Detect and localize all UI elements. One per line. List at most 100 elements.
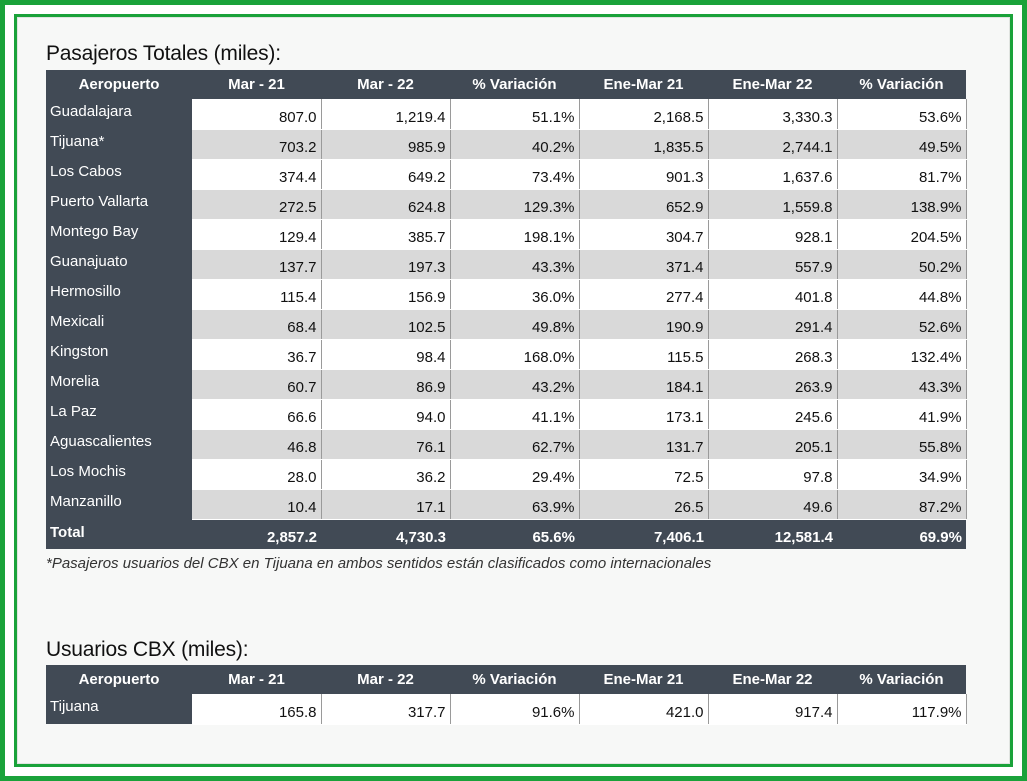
- value-cell: 49.6: [708, 489, 838, 520]
- column-header: % Variación: [450, 70, 579, 99]
- airport-name-cell: Manzanillo: [46, 489, 192, 519]
- value-cell: 421.0: [579, 694, 709, 725]
- value-cell: 652.9: [579, 189, 709, 220]
- column-header: Aeropuerto: [46, 70, 192, 99]
- value-cell: 132.4%: [837, 339, 967, 370]
- value-cell: 2,744.1: [708, 129, 838, 160]
- value-cell: 87.2%: [837, 489, 967, 520]
- value-cell: 29.4%: [450, 459, 580, 490]
- value-cell: 1,219.4: [321, 99, 451, 130]
- table-row: Manzanillo 10.4 17.1 63.9% 26.5 49.6 87.2%: [46, 489, 967, 520]
- value-cell: 36.0%: [450, 279, 580, 310]
- table-row: La Paz 66.6 94.0 41.1% 173.1 245.6 41.9%: [46, 399, 967, 430]
- value-cell: 62.7%: [450, 429, 580, 460]
- column-header: Mar - 22: [321, 665, 450, 694]
- value-cell: 137.7: [192, 249, 322, 280]
- value-cell: 917.4: [708, 694, 838, 725]
- table-header-row: Aeropuerto Mar - 21 Mar - 22% Variación Ene…: [46, 665, 966, 694]
- value-cell: 60.7: [192, 369, 322, 400]
- value-cell: 63.9%: [450, 489, 580, 520]
- value-cell: 205.1: [708, 429, 838, 460]
- column-header: Ene-Mar 21: [579, 70, 708, 99]
- value-cell: 129.3%: [450, 189, 580, 220]
- value-cell: 703.2: [192, 129, 322, 160]
- airport-name-cell: Mexicali: [46, 309, 192, 339]
- airport-name-cell: Kingston: [46, 339, 192, 369]
- value-cell: 272.5: [192, 189, 322, 220]
- airport-name-cell: Hermosillo: [46, 279, 192, 309]
- value-cell: 263.9: [708, 369, 838, 400]
- value-cell: 44.8%: [837, 279, 967, 310]
- table-row: Tijuana 165.8 317.7 91.6% 421.0 917.4 117.9%: [46, 694, 967, 725]
- value-cell: 10.4: [192, 489, 322, 520]
- value-cell: 156.9: [321, 279, 451, 310]
- table-row: Kingston 36.7 98.4 168.0% 115.5 268.3 132.4%: [46, 339, 967, 370]
- value-cell: 115.4: [192, 279, 322, 310]
- value-cell: 268.3: [708, 339, 838, 370]
- value-cell: 3,330.3: [708, 99, 838, 130]
- value-cell: 81.7%: [837, 159, 967, 190]
- value-cell: 51.1%: [450, 99, 580, 130]
- table-row: Los Cabos 374.4 649.2 73.4% 901.3 1,637.6 81.7…: [46, 159, 967, 190]
- table-header-row: Aeropuerto Mar - 21 Mar - 22% Variación Ene…: [46, 70, 966, 99]
- usuarios-cbx-table: Aeropuerto Mar - 21 Mar - 22% Variación Ene…: [46, 665, 967, 725]
- value-cell: 41.1%: [450, 399, 580, 430]
- value-cell: 198.1%: [450, 219, 580, 250]
- pasajeros-totales-table: Aeropuerto Mar - 21 Mar - 22% Variación Ene…: [46, 70, 967, 549]
- value-cell: 197.3: [321, 249, 451, 280]
- footnote: *Pasajeros usuarios del CBX en Tijuana e…: [46, 555, 712, 572]
- value-cell: 131.7: [579, 429, 709, 460]
- value-cell: 557.9: [708, 249, 838, 280]
- table-row: Los Mochis 28.0 36.2 29.4% 72.5 97.8 34.9%: [46, 459, 967, 490]
- table-row: Montego Bay 129.4 385.7 198.1% 304.7 928.1 204…: [46, 219, 967, 250]
- value-cell: 36.7: [192, 339, 322, 370]
- value-cell: 401.8: [708, 279, 838, 310]
- airport-name-cell: Los Mochis: [46, 459, 192, 489]
- value-cell: 94.0: [321, 399, 451, 430]
- value-cell: 190.9: [579, 309, 709, 340]
- value-cell: 17.1: [321, 489, 451, 520]
- value-cell: 117.9%: [837, 694, 967, 725]
- value-cell: 43.2%: [450, 369, 580, 400]
- value-cell: 50.2%: [837, 249, 967, 280]
- total-value-cell: 4,730.3: [321, 519, 450, 549]
- value-cell: 138.9%: [837, 189, 967, 220]
- value-cell: 46.8: [192, 429, 322, 460]
- value-cell: 52.6%: [837, 309, 967, 340]
- value-cell: 184.1: [579, 369, 709, 400]
- value-cell: 49.5%: [837, 129, 967, 160]
- column-header: % Variación: [837, 70, 966, 99]
- value-cell: 102.5: [321, 309, 451, 340]
- value-cell: 374.4: [192, 159, 322, 190]
- airport-name-cell: Tijuana: [46, 694, 192, 724]
- table-row: Hermosillo 115.4 156.9 36.0% 277.4 401.8 44.8%: [46, 279, 967, 310]
- value-cell: 173.1: [579, 399, 709, 430]
- value-cell: 86.9: [321, 369, 451, 400]
- value-cell: 76.1: [321, 429, 451, 460]
- airport-name-cell: Tijuana*: [46, 129, 192, 159]
- total-row: Total 2,857.2 4,730.3 65.6% 7,406.1 12,581.4 6…: [46, 519, 966, 549]
- column-header: Aeropuerto: [46, 665, 192, 694]
- value-cell: 168.0%: [450, 339, 580, 370]
- table-row: Aguascalientes 46.8 76.1 62.7% 131.7 205.1 55.…: [46, 429, 967, 460]
- airport-name-cell: La Paz: [46, 399, 192, 429]
- value-cell: 72.5: [579, 459, 709, 490]
- total-value-cell: 65.6%: [450, 519, 579, 549]
- value-cell: 385.7: [321, 219, 451, 250]
- value-cell: 66.6: [192, 399, 322, 430]
- value-cell: 41.9%: [837, 399, 967, 430]
- table-row: Puerto Vallarta 272.5 624.8 129.3% 652.9 1,55…: [46, 189, 967, 220]
- column-header: Mar - 22: [321, 70, 450, 99]
- value-cell: 649.2: [321, 159, 451, 190]
- table-row: Mexicali 68.4 102.5 49.8% 190.9 291.4 52.6%: [46, 309, 967, 340]
- value-cell: 204.5%: [837, 219, 967, 250]
- value-cell: 985.9: [321, 129, 451, 160]
- column-header: Mar - 21: [192, 70, 321, 99]
- value-cell: 928.1: [708, 219, 838, 250]
- table-row: Guanajuato 137.7 197.3 43.3% 371.4 557.9 50.2%: [46, 249, 967, 280]
- total-value-cell: 2,857.2: [192, 519, 321, 549]
- airport-name-cell: Los Cabos: [46, 159, 192, 189]
- airport-name-cell: Morelia: [46, 369, 192, 399]
- value-cell: 291.4: [708, 309, 838, 340]
- airport-name-cell: Puerto Vallarta: [46, 189, 192, 219]
